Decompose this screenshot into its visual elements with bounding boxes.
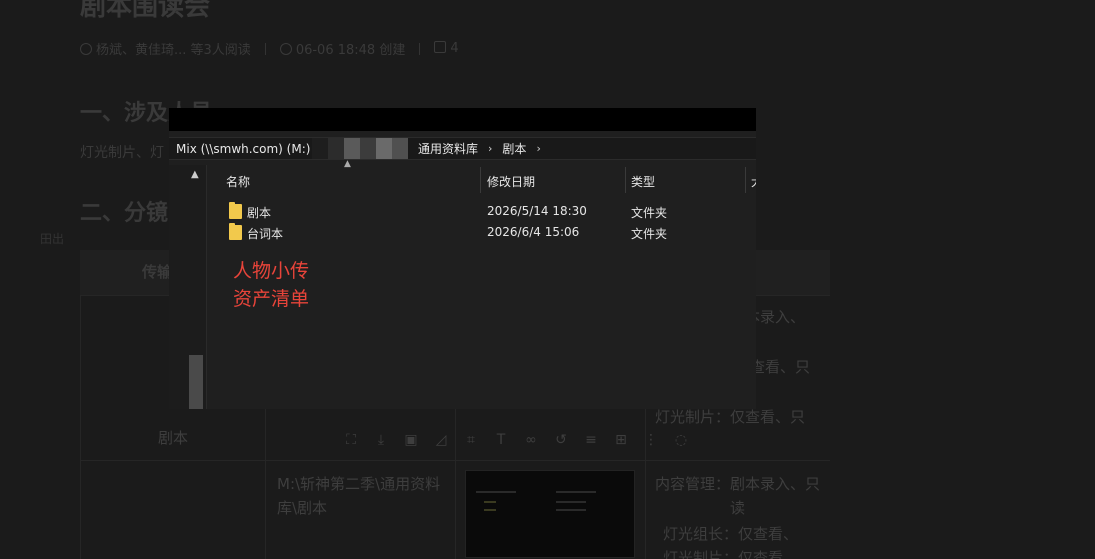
frame-icon[interactable]: ⌗ <box>460 429 482 451</box>
address-bar[interactable]: Mix (\\smwh.com) (M:) 通用资料库 › 剧本 › <box>169 137 756 160</box>
annotation-line: 人物小传 <box>233 260 310 282</box>
crop-icon[interactable]: ⛶ <box>340 429 362 451</box>
column-divider[interactable] <box>745 167 746 193</box>
table-cell: 查看、只 <box>750 358 811 376</box>
explorer-screenshot[interactable]: Mix (\\smwh.com) (M:) 通用资料库 › 剧本 › ▲ ▲ 名… <box>169 108 756 409</box>
file-date: 2026/5/14 18:30 <box>487 204 587 218</box>
column-divider[interactable] <box>625 167 626 193</box>
column-header-size[interactable]: 大 <box>751 173 756 190</box>
folder-icon <box>229 223 242 240</box>
readers-info[interactable]: 杨斌、黄佳琦... 等3人阅读 <box>80 39 251 58</box>
more-icon[interactable]: ⋮ <box>640 429 662 451</box>
image-icon[interactable]: ▣ <box>400 429 422 451</box>
chevron-right-icon: › <box>536 142 541 155</box>
table-cell: 内容管理：剧本录入、只读 <box>655 475 821 517</box>
document-meta: 杨斌、黄佳琦... 等3人阅读 06-06 18:48 创建 4 <box>80 39 459 58</box>
file-row[interactable]: 台词本 2026/6/4 15:06 文件夹 <box>207 222 756 242</box>
thumbnail-line <box>484 501 496 503</box>
download-icon[interactable]: ⤓ <box>370 429 392 451</box>
measure-icon[interactable]: ◿ <box>430 429 452 451</box>
thumbnail-line <box>556 509 586 511</box>
comment-count[interactable]: 4 <box>434 41 459 56</box>
folder-icon <box>229 202 242 219</box>
sort-ascending-icon: ▲ <box>344 159 351 169</box>
text-icon[interactable]: T <box>490 429 512 451</box>
column-header-name[interactable]: 名称 <box>226 173 250 190</box>
column-divider[interactable] <box>480 167 481 193</box>
image-thumbnail[interactable] <box>465 470 635 558</box>
table-cell: M:\斩神第二季\通用资料库\剧本 <box>277 475 441 517</box>
table-cell: 灯光制片：仅查看 <box>663 549 784 559</box>
section-heading-2: 二、分镜 <box>80 201 169 226</box>
column-header-date[interactable]: 修改日期 <box>487 173 535 190</box>
scrollbar-thumb[interactable] <box>189 355 203 409</box>
scroll-up-icon[interactable]: ▲ <box>191 169 199 180</box>
breadcrumb-item[interactable]: 通用资料库 <box>408 140 488 157</box>
small-label: 田出 <box>40 232 65 246</box>
undo-icon[interactable]: ↺ <box>550 429 572 451</box>
redacted-block <box>312 138 408 159</box>
meta-divider <box>419 42 421 55</box>
comment-icon <box>434 41 447 53</box>
table-cell: 剧本 <box>158 429 189 447</box>
column-header-row: ▲ 名称 修改日期 类型 大 <box>207 159 756 195</box>
user-icon <box>80 43 92 55</box>
thumbnail-line <box>484 509 496 511</box>
section-1-text: 灯光制片、灯 <box>80 145 164 161</box>
align-icon[interactable]: ≡ <box>580 429 602 451</box>
file-date: 2026/6/4 15:06 <box>487 225 580 239</box>
drive-label: Mix (\\smwh.com) (M:) <box>176 141 311 156</box>
grid-icon[interactable]: ⊞ <box>610 429 632 451</box>
link-icon[interactable]: ∞ <box>520 429 542 451</box>
created-info: 06-06 18:48 创建 <box>279 39 405 58</box>
annotation-line: 资产清单 <box>233 288 310 310</box>
thumbnail-line <box>556 491 596 493</box>
document-title: 剧本围读会 <box>80 0 211 22</box>
clock-icon <box>279 43 292 55</box>
file-row[interactable]: 剧本 2026/5/14 18:30 文件夹 <box>207 201 756 221</box>
image-toolbar: ⛶ ⤓ ▣ ◿ ⌗ T ∞ ↺ ≡ ⊞ ⋮ ◌ <box>340 425 692 455</box>
thumbnail-line <box>556 501 586 503</box>
table-cell: 灯光组长：仅查看、 <box>663 525 799 543</box>
column-header-type[interactable]: 类型 <box>631 173 655 190</box>
thumbnail-line <box>476 491 516 493</box>
annotation-note: 人物小传 资产清单 <box>233 257 309 313</box>
file-type: 文件夹 <box>631 227 668 241</box>
navigation-pane: ▲ <box>169 165 207 409</box>
file-name: 剧本 <box>247 206 272 220</box>
file-name: 台词本 <box>247 227 284 241</box>
explorer-title-bar <box>169 108 756 131</box>
comment-icon[interactable]: ◌ <box>670 429 692 451</box>
meta-divider <box>264 42 266 55</box>
table-divider <box>80 295 81 559</box>
breadcrumb-item[interactable]: 剧本 <box>492 140 536 157</box>
table-header-cell: 传输 <box>142 263 173 281</box>
file-type: 文件夹 <box>631 206 668 220</box>
